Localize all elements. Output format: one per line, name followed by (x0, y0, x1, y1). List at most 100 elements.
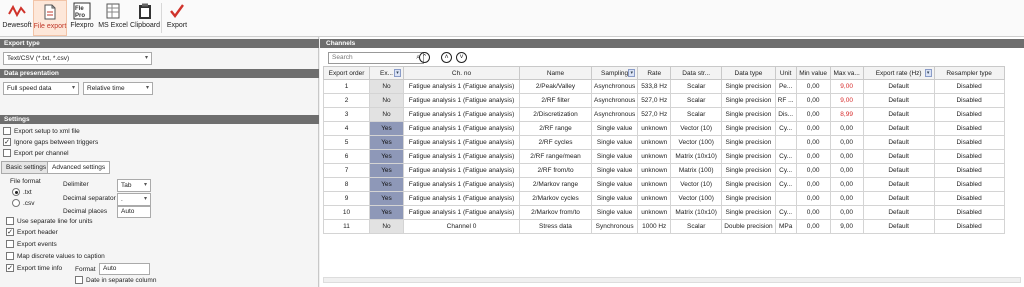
data-mode-select[interactable]: Full speed data ▾ (3, 82, 79, 95)
column-header[interactable]: Unit (774, 66, 797, 80)
horizontal-scrollbar[interactable] (323, 277, 1021, 283)
date-separate-column-checkbox[interactable]: Date in separate column (75, 276, 156, 284)
column-header[interactable]: Sampling ▾ (590, 66, 639, 80)
ignore-gaps-checkbox[interactable]: ✓ Ignore gaps between triggers (3, 138, 98, 146)
resampler-type-cell[interactable]: Disabled (933, 135, 1005, 150)
flexpro-button[interactable]: Fle Pro Flexpro (68, 0, 96, 36)
table-row[interactable]: 9 Yes Fatigue analysis 1 (Fatigue analysis… (323, 191, 1005, 206)
export-toggle-cell[interactable]: No (369, 79, 404, 94)
export-order-cell: 2 (323, 93, 370, 108)
resampler-type-cell[interactable]: Disabled (933, 93, 1005, 108)
move-up-button[interactable]: ˄ (441, 52, 452, 63)
export-rate-cell[interactable]: Default (862, 93, 935, 108)
column-header[interactable]: Resampler type (933, 66, 1005, 80)
max-value-cell: 0,00 (829, 191, 864, 206)
delimiter-select[interactable]: Tab ▾ (117, 179, 151, 192)
resampler-type-cell[interactable]: Disabled (933, 219, 1005, 234)
table-row[interactable]: 2 No Fatigue analysis 1 (Fatigue analysis)… (323, 93, 1005, 108)
column-header[interactable]: Data str... (670, 66, 723, 80)
column-header[interactable]: Export order (323, 66, 370, 80)
tab-basic-settings[interactable]: Basic settings (1, 161, 52, 174)
search-input[interactable]: Search ⌕ (328, 52, 424, 64)
table-row[interactable]: 4 Yes Fatigue analysis 1 (Fatigue analysis… (323, 121, 1005, 136)
move-down-button[interactable]: ˅ (456, 52, 467, 63)
column-header[interactable]: Export rate (Hz) ▾ (862, 66, 935, 80)
export-toggle-cell[interactable]: Yes (369, 135, 404, 150)
export-rate-cell[interactable]: Default (862, 177, 935, 192)
column-header[interactable]: Max va... (829, 66, 864, 80)
time-format-input[interactable]: Auto (99, 263, 150, 275)
format-txt-radio[interactable]: .txt (12, 188, 32, 196)
resampler-type-cell[interactable]: Disabled (933, 79, 1005, 94)
export-rate-cell[interactable]: Default (862, 149, 935, 164)
rate-cell: unknown (637, 135, 672, 150)
export-rate-cell[interactable]: Default (862, 107, 935, 122)
export-toggle-cell[interactable]: Yes (369, 149, 404, 164)
export-rate-cell[interactable]: Default (862, 205, 935, 220)
table-row[interactable]: 1 No Fatigue analysis 1 (Fatigue analysis)… (323, 79, 1005, 94)
resampler-type-cell[interactable]: Disabled (933, 205, 1005, 220)
min-value-cell: 0,00 (795, 163, 831, 178)
table-row[interactable]: 8 Yes Fatigue analysis 1 (Fatigue analysis… (323, 177, 1005, 192)
export-rate-cell[interactable]: Default (862, 135, 935, 150)
table-header-row: Export order Ex... ▾ Ch. no Name Sampling ▾ Rat… (323, 66, 1005, 80)
column-filter-icon[interactable]: ▾ (628, 69, 636, 77)
export-toggle-cell[interactable]: Yes (369, 121, 404, 136)
move-top-button[interactable]: ⌃ (419, 52, 430, 63)
map-discrete-values-checkbox[interactable]: Map discrete values to caption (6, 252, 105, 260)
export-toggle-cell[interactable]: Yes (369, 191, 404, 206)
dewesoft-button[interactable]: Dewesoft (2, 0, 32, 36)
resampler-type-cell[interactable]: Disabled (933, 177, 1005, 192)
column-header[interactable]: Name (519, 66, 592, 80)
export-toggle-cell[interactable]: Yes (369, 177, 404, 192)
unit-cell: Cy... (774, 121, 797, 136)
export-type-select[interactable]: Text/CSV (*.txt, *.csv) ▾ (3, 52, 152, 65)
export-per-channel-checkbox[interactable]: Export per channel (3, 149, 69, 157)
export-rate-cell[interactable]: Default (862, 191, 935, 206)
decimal-separator-select[interactable]: . ▾ (117, 193, 151, 206)
export-toggle-cell[interactable]: Yes (369, 205, 404, 220)
tab-advanced-settings[interactable]: Advanced settings (47, 161, 111, 174)
channels-header: Channels (320, 39, 1024, 48)
column-header[interactable]: Data type (721, 66, 776, 80)
export-toggle-cell[interactable]: No (369, 93, 404, 108)
resampler-type-cell[interactable]: Disabled (933, 107, 1005, 122)
export-rate-cell[interactable]: Default (862, 79, 935, 94)
export-toggle-cell[interactable]: No (369, 107, 404, 122)
table-row[interactable]: 11 No Channel 0 Stress data Synchronous 1000 … (323, 219, 1005, 234)
channel-no-cell: Fatigue analysis 1 (Fatigue analysis) (403, 191, 520, 206)
column-header[interactable]: Ex... ▾ (369, 66, 404, 80)
resampler-type-cell[interactable]: Disabled (933, 163, 1005, 178)
export-events-checkbox[interactable]: Export events (6, 240, 57, 248)
decimal-places-input[interactable]: Auto (117, 206, 151, 218)
file-export-button[interactable]: File export (33, 0, 67, 36)
column-filter-icon[interactable]: ▾ (924, 69, 932, 77)
export-rate-cell[interactable]: Default (862, 219, 935, 234)
ms-excel-button[interactable]: MS Excel (97, 0, 129, 36)
table-row[interactable]: 6 Yes Fatigue analysis 1 (Fatigue analysis… (323, 149, 1005, 164)
export-rate-cell[interactable]: Default (862, 121, 935, 136)
export-toggle-cell[interactable]: Yes (369, 163, 404, 178)
resampler-type-cell[interactable]: Disabled (933, 191, 1005, 206)
export-header-checkbox[interactable]: ✓ Export header (6, 228, 58, 236)
export-time-info-checkbox[interactable]: ✓ Export time info (6, 264, 62, 272)
export-setup-xml-checkbox[interactable]: Export setup to xml file (3, 127, 80, 135)
table-row[interactable]: 10 Yes Fatigue analysis 1 (Fatigue analysi… (323, 205, 1005, 220)
column-header[interactable]: Ch. no (403, 66, 520, 80)
table-row[interactable]: 3 No Fatigue analysis 1 (Fatigue analysis)… (323, 107, 1005, 122)
column-header[interactable]: Min value (795, 66, 831, 80)
time-mode-select[interactable]: Relative time ▾ (83, 82, 153, 95)
export-order-cell: 5 (323, 135, 370, 150)
export-toggle-cell[interactable]: No (369, 219, 404, 234)
export-rate-cell[interactable]: Default (862, 163, 935, 178)
resampler-type-cell[interactable]: Disabled (933, 121, 1005, 136)
separate-units-line-checkbox[interactable]: Use separate line for units (6, 217, 93, 225)
clipboard-button[interactable]: Clipboard (130, 0, 160, 36)
export-button[interactable]: Export (163, 0, 191, 36)
resampler-type-cell[interactable]: Disabled (933, 149, 1005, 164)
table-row[interactable]: 7 Yes Fatigue analysis 1 (Fatigue analysis… (323, 163, 1005, 178)
column-filter-icon[interactable]: ▾ (394, 69, 401, 77)
format-csv-radio[interactable]: .csv (12, 199, 35, 207)
table-row[interactable]: 5 Yes Fatigue analysis 1 (Fatigue analysis… (323, 135, 1005, 150)
column-header[interactable]: Rate (637, 66, 672, 80)
